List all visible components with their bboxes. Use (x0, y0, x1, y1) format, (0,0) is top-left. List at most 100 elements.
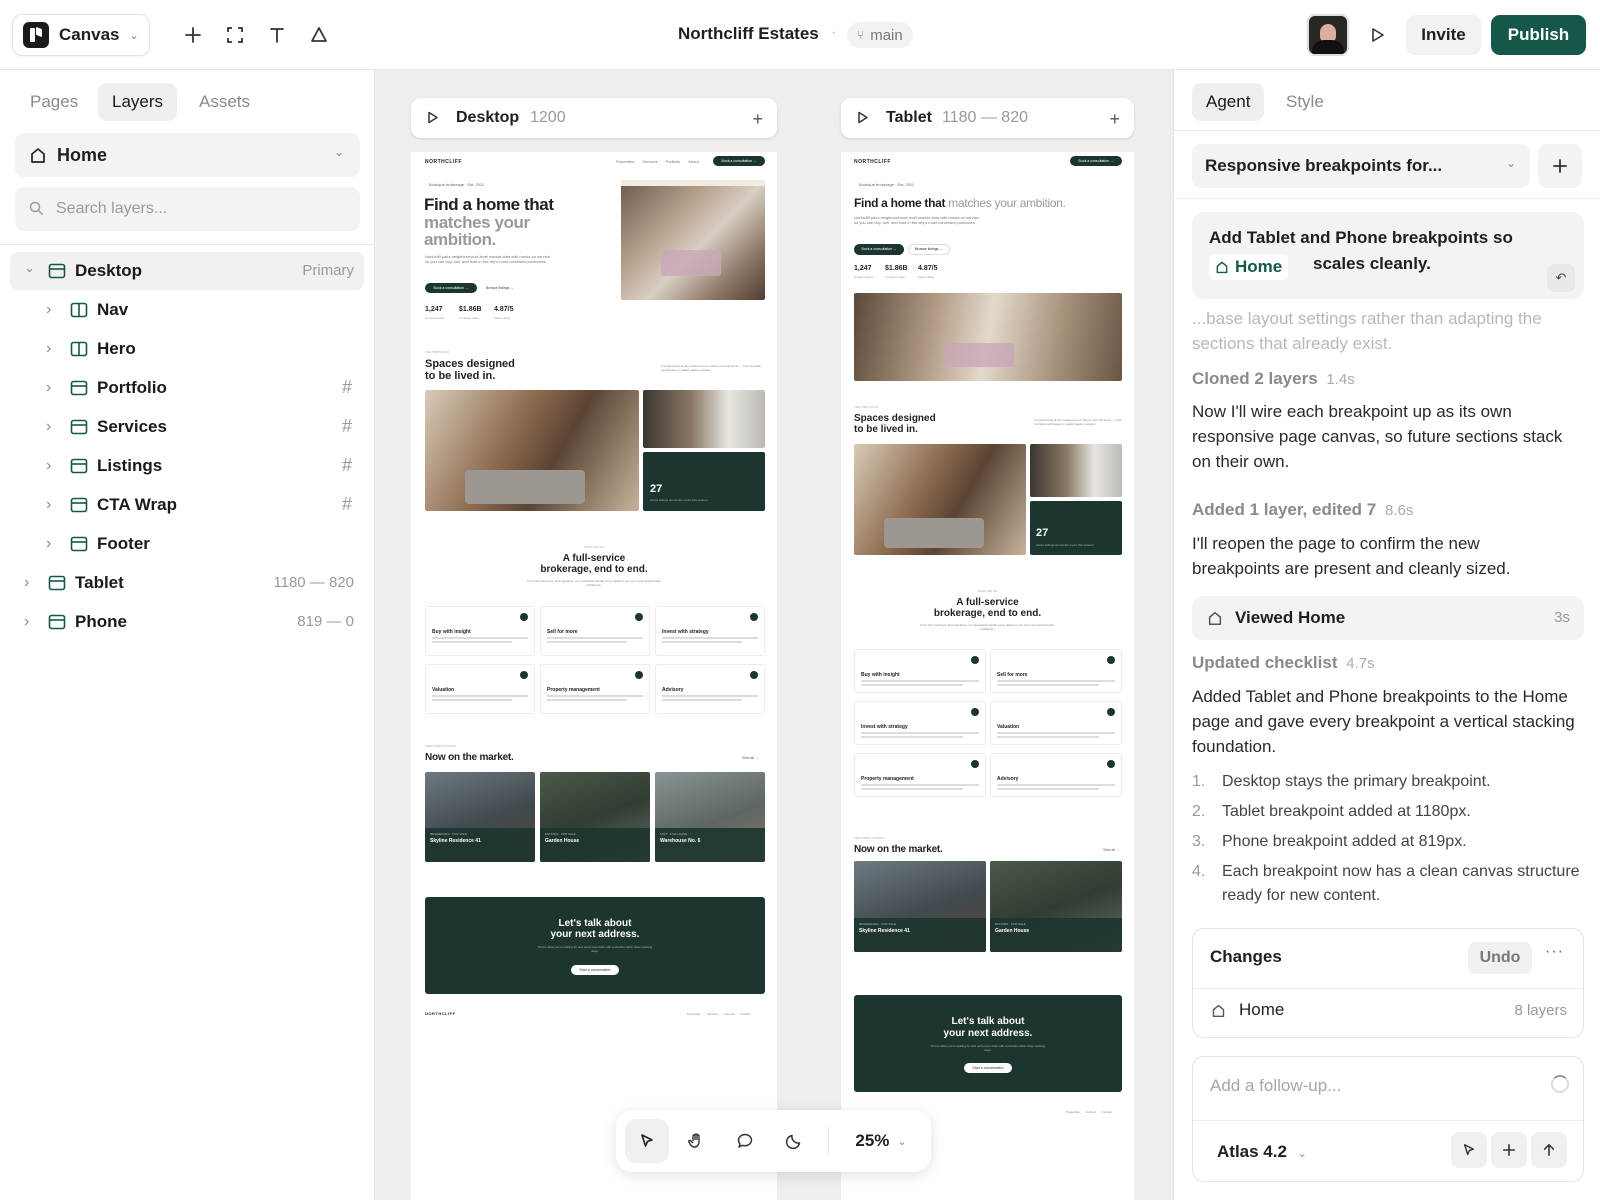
avatar[interactable] (1307, 14, 1349, 56)
publish-button[interactable]: Publish (1491, 15, 1586, 55)
nav-link[interactable]: About (688, 159, 698, 164)
nav-cta-button[interactable]: Book a consultation → (1070, 156, 1122, 166)
send-button[interactable] (1531, 1132, 1567, 1168)
cta-button[interactable]: Start a conversation (571, 965, 619, 975)
revert-icon[interactable]: ↶ (1547, 264, 1575, 292)
desktop-frame[interactable]: NORTHCLIFF Properties Services Portfolio… (411, 152, 777, 1200)
listings-view-all[interactable]: View all → (1103, 848, 1119, 852)
layer-row-hero[interactable]: › Hero (10, 330, 364, 368)
nav-link[interactable]: Services (642, 159, 657, 164)
tab-layers[interactable]: Layers (98, 83, 178, 121)
service-card[interactable]: Property management (540, 664, 650, 714)
play-icon[interactable] (1364, 22, 1390, 48)
layer-row-nav[interactable]: › Nav (10, 291, 364, 329)
service-card[interactable]: Sell for more (990, 649, 1122, 693)
nav-link[interactable]: Portfolio (666, 159, 681, 164)
chevron-right-icon[interactable]: › (46, 496, 51, 514)
layer-row-footer[interactable]: › Footer (10, 525, 364, 563)
listing-card[interactable]: ESTATES · FOR SALE Garden House (540, 772, 650, 862)
service-card[interactable]: Invest with strategy (655, 606, 765, 656)
branch-badge[interactable]: ⑂ main (847, 22, 913, 48)
chevron-right-icon[interactable]: › (46, 457, 51, 475)
chevron-down-icon[interactable]: ⌄ (24, 260, 35, 276)
service-card[interactable]: Buy with insight (425, 606, 535, 656)
listings-view-all[interactable]: View all → (742, 756, 758, 760)
tablet-frame[interactable]: NORTHCLIFF Book a consultation → Boutiqu… (841, 152, 1134, 1200)
frame-tool-icon[interactable] (222, 22, 248, 48)
viewed-page-row[interactable]: Viewed Home 3s (1192, 596, 1584, 640)
hand-tool-icon[interactable] (674, 1119, 718, 1163)
layer-row-tablet[interactable]: › Tablet 1180 — 820 (10, 564, 364, 602)
invite-button[interactable]: Invite (1406, 15, 1481, 55)
pointer-button[interactable] (1451, 1132, 1487, 1168)
chevron-right-icon[interactable]: › (46, 301, 51, 319)
tab-pages[interactable]: Pages (16, 83, 92, 121)
service-card[interactable]: Sell for more (540, 606, 650, 656)
layer-row-services[interactable]: › Services # (10, 408, 364, 446)
dark-mode-icon[interactable] (772, 1119, 816, 1163)
zoom-select[interactable]: 25% ⌄ (841, 1125, 921, 1157)
hero-primary-button[interactable]: Book a consultation → (425, 283, 477, 293)
app-switcher[interactable]: Canvas ⌄ (12, 14, 150, 56)
footer-link[interactable]: Properties (687, 1012, 701, 1016)
service-card[interactable]: Advisory (655, 664, 765, 714)
listing-card[interactable]: RESIDENCES · FOR SALE Skyline Residence 4… (425, 772, 535, 862)
add-breakpoint-icon[interactable]: + (752, 109, 763, 130)
followup-input[interactable]: Add a follow-up... (1210, 1076, 1341, 1096)
footer-link[interactable]: Properties (1066, 1110, 1080, 1114)
footer-link[interactable]: Journal (724, 1012, 734, 1016)
changes-item[interactable]: Home (1239, 1000, 1284, 1020)
service-card[interactable]: Valuation (990, 701, 1122, 745)
shape-tool-icon[interactable] (306, 22, 332, 48)
chevron-right-icon[interactable]: › (46, 535, 51, 553)
layer-row-listings[interactable]: › Listings # (10, 447, 364, 485)
footer-link[interactable]: Journal (1086, 1110, 1096, 1114)
model-select[interactable]: Atlas 4.2 ⌄ (1217, 1142, 1307, 1162)
comment-tool-icon[interactable] (723, 1119, 767, 1163)
desktop-frame-header[interactable]: Desktop 1200 + (411, 98, 777, 138)
page-chip[interactable]: Home (1209, 254, 1289, 280)
more-icon[interactable]: ··· (1545, 943, 1564, 961)
project-title[interactable]: Northcliff Estates (678, 24, 819, 44)
new-thread-button[interactable] (1538, 144, 1582, 188)
thread-select[interactable]: Responsive breakpoints for... ⌄ (1192, 144, 1530, 188)
canvas[interactable]: Desktop 1200 + Tablet 1180 — 820 + NORTH… (375, 70, 1173, 1200)
layer-row-desktop[interactable]: ⌄ Desktop Primary (10, 252, 364, 290)
text-tool-icon[interactable] (264, 22, 290, 48)
nav-cta-button[interactable]: Book a consultation → (713, 156, 765, 166)
layer-search[interactable]: Search layers... (15, 187, 360, 231)
layer-row-cta-wrap[interactable]: › CTA Wrap # (10, 486, 364, 524)
chevron-right-icon[interactable]: › (24, 613, 29, 631)
add-icon[interactable] (180, 22, 206, 48)
layer-row-phone[interactable]: › Phone 819 — 0 (10, 603, 364, 641)
hero-primary-button[interactable]: Book a consultation → (854, 244, 904, 255)
attach-button[interactable] (1491, 1132, 1527, 1168)
select-tool-icon[interactable] (625, 1119, 669, 1163)
chevron-right-icon[interactable]: › (46, 379, 51, 397)
footer-link[interactable]: Services (707, 1012, 719, 1016)
footer-link[interactable]: Contact (740, 1012, 750, 1016)
add-breakpoint-icon[interactable]: + (1109, 109, 1120, 130)
play-icon[interactable] (857, 111, 869, 129)
service-card[interactable]: Valuation (425, 664, 535, 714)
nav-link[interactable]: Properties (616, 159, 634, 164)
cta-button[interactable]: Start a conversation (964, 1063, 1012, 1073)
footer-link[interactable]: Contact (1102, 1110, 1112, 1114)
service-card[interactable]: Buy with insight (854, 649, 986, 693)
service-card[interactable]: Property management (854, 753, 986, 797)
listing-card[interactable]: LOFT · FOR LEASE Warehouse No. 6 (655, 772, 765, 862)
page-select[interactable]: Home ⌄ (15, 133, 360, 177)
tab-assets[interactable]: Assets (185, 83, 264, 121)
service-card[interactable]: Advisory (990, 753, 1122, 797)
service-card[interactable]: Invest with strategy (854, 701, 986, 745)
chevron-right-icon[interactable]: › (46, 340, 51, 358)
chevron-right-icon[interactable]: › (24, 574, 29, 592)
hero-secondary-link[interactable]: Browse listings → (486, 286, 514, 290)
listing-card[interactable]: ESTATES · FOR SALE Garden House (990, 861, 1122, 952)
tab-style[interactable]: Style (1272, 83, 1338, 121)
undo-button[interactable]: Undo (1468, 942, 1532, 974)
listing-card[interactable]: RESIDENCES · FOR SALE Skyline Residence 4… (854, 861, 986, 952)
chevron-right-icon[interactable]: › (46, 418, 51, 436)
tab-agent[interactable]: Agent (1192, 83, 1265, 121)
play-icon[interactable] (427, 111, 439, 129)
